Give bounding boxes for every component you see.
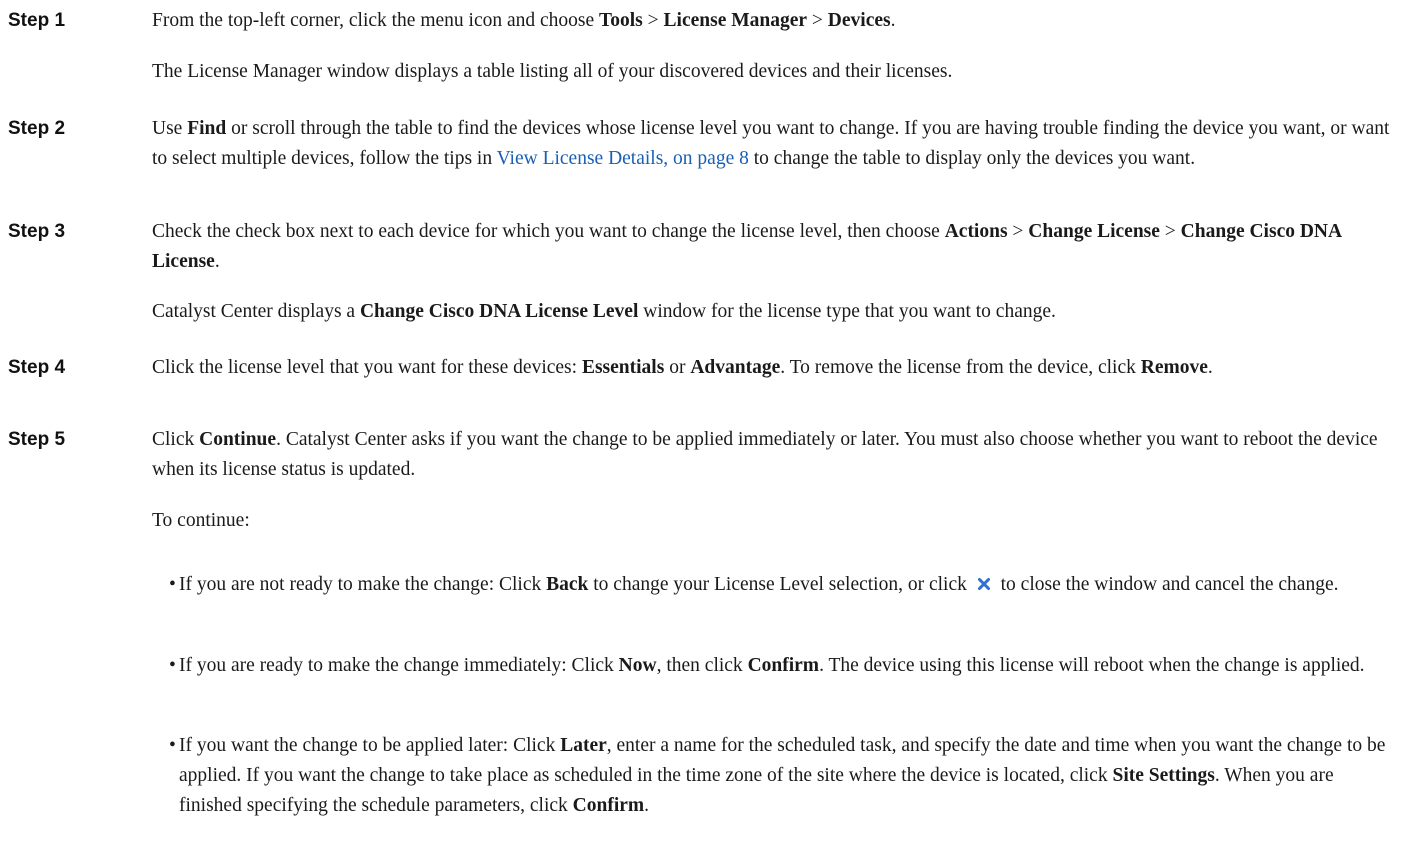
step-1-result: The License Manager window displays a ta… bbox=[152, 61, 953, 82]
view-license-details-link[interactable]: View License Details, on page 8 bbox=[497, 148, 749, 169]
step-1-label: Step 1 bbox=[8, 10, 66, 31]
step-5-continue-intro: To continue: bbox=[152, 510, 250, 531]
list-item: • If you are ready to make the change im… bbox=[169, 651, 1399, 681]
step-5-instruction: Click Continue. Catalyst Center asks if … bbox=[152, 429, 1378, 480]
bullet-glyph: • bbox=[169, 574, 176, 595]
step-4-instruction: Click the license level that you want fo… bbox=[152, 357, 1213, 378]
step-5-label: Step 5 bbox=[8, 429, 66, 450]
step-1-instruction: From the top-left corner, click the menu… bbox=[152, 10, 896, 31]
bullet-glyph: • bbox=[169, 655, 176, 676]
close-x-icon bbox=[975, 576, 992, 592]
step-2-label: Step 2 bbox=[8, 118, 66, 139]
step-3-label: Step 3 bbox=[8, 221, 66, 242]
bullet-glyph: • bbox=[169, 735, 176, 756]
list-item: • If you want the change to be applied l… bbox=[169, 731, 1399, 821]
step-2-instruction: Use Find or scroll through the table to … bbox=[152, 118, 1390, 169]
list-item: • If you are not ready to make the chang… bbox=[169, 570, 1399, 600]
step-4-label: Step 4 bbox=[8, 357, 66, 378]
step-3-result: Catalyst Center displays a Change Cisco … bbox=[152, 301, 1056, 322]
step-3-instruction: Check the check box next to each device … bbox=[152, 221, 1342, 272]
